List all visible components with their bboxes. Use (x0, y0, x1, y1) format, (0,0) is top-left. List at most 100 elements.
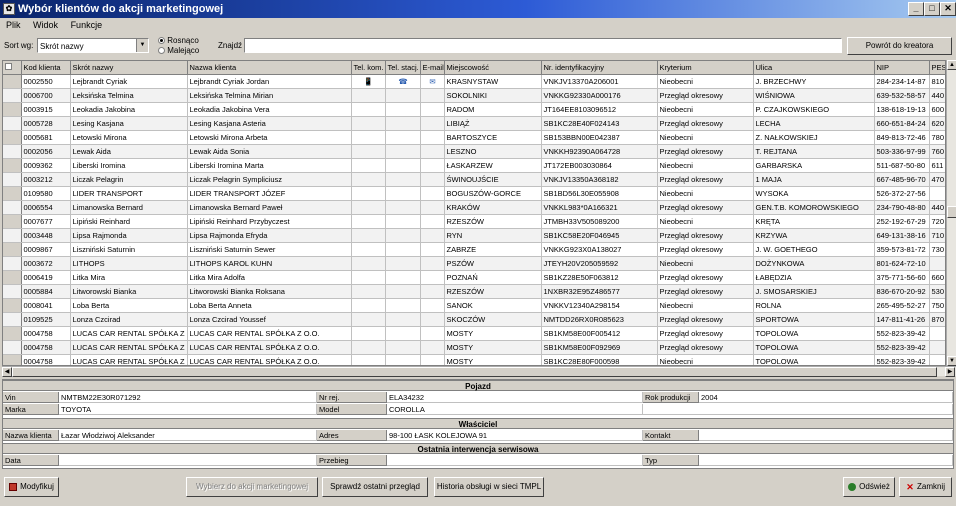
table-cell[interactable]: SB1KZ28E50F063812 (541, 270, 658, 285)
table-cell[interactable]: Liberski Iromina Marta (187, 158, 352, 173)
table-cell[interactable]: ŁABĘDZIA (753, 270, 875, 285)
table-cell[interactable]: Liberski Iromina (70, 158, 188, 173)
contact-cell[interactable] (351, 242, 386, 257)
table-cell[interactable]: 667-485-96-70 (874, 172, 930, 187)
table-cell[interactable]: SB1KM58E00F092969 (541, 340, 658, 355)
grid-hscroll[interactable]: ◀ ▶ (2, 366, 956, 377)
table-cell[interactable]: Lonza Czcirad (70, 312, 188, 327)
row-indicator[interactable] (3, 158, 22, 173)
table-cell[interactable]: KRĘTA (753, 214, 875, 229)
table-cell[interactable]: LECHA (753, 116, 875, 131)
table-cell[interactable]: 1 MAJA (753, 172, 875, 187)
table-cell[interactable]: RYN (444, 228, 542, 243)
table-cell[interactable]: Leksińska Telmina (70, 88, 188, 103)
scroll-left-icon[interactable]: ◀ (2, 367, 12, 377)
table-cell[interactable]: Przegląd okresowy (657, 242, 754, 257)
table-cell[interactable]: Liszniński Saturnin Sewer (187, 242, 352, 257)
table-cell[interactable]: GARBARSKA (753, 158, 875, 173)
table-cell[interactable]: 0008041 (21, 298, 71, 313)
contact-cell[interactable] (420, 102, 445, 117)
table-cell[interactable]: LUCAS CAR RENTAL SPÓŁKA Z O.O. (187, 340, 352, 355)
row-indicator[interactable] (3, 130, 22, 145)
contact-cell[interactable] (420, 130, 445, 145)
select-all-cell[interactable] (3, 61, 22, 75)
table-cell[interactable]: 750 (929, 298, 945, 313)
refresh-button[interactable]: Odśwież (843, 477, 895, 497)
table-cell[interactable]: 0002550 (21, 74, 71, 89)
table-cell[interactable]: Przegląd okresowy (657, 270, 754, 285)
table-cell[interactable]: Liczak Pelagrin (70, 172, 188, 187)
table-cell[interactable]: 138-618-19-13 (874, 102, 930, 117)
table-row[interactable]: 0004758 LUCAS CAR RENTAL SPÓŁKA Z LUCAS CA… (3, 354, 945, 365)
table-cell[interactable]: Przegląd okresowy (657, 312, 754, 327)
table-cell[interactable]: 0003915 (21, 102, 71, 117)
contact-cell[interactable] (420, 354, 445, 365)
contact-cell[interactable] (385, 270, 421, 285)
sort-select[interactable]: Skrót nazwy ▼ (37, 38, 149, 53)
table-cell[interactable] (929, 256, 945, 271)
service-history-button[interactable]: Historia obsługi w sieci TMPL (434, 477, 544, 497)
menu-plik[interactable]: Plik (6, 20, 21, 30)
table-cell[interactable]: J. BRZECHWY (753, 74, 875, 89)
find-input[interactable] (244, 38, 842, 53)
table-cell[interactable]: 470 (929, 172, 945, 187)
table-cell[interactable]: BARTOSZYCE (444, 130, 542, 145)
row-indicator[interactable] (3, 102, 22, 117)
col-header[interactable]: Kod klienta (21, 61, 71, 75)
table-cell[interactable]: MOSTY (444, 340, 542, 355)
table-cell[interactable]: ŁASKARZEW (444, 158, 542, 173)
contact-cell[interactable] (385, 228, 421, 243)
table-row[interactable]: 0003672 LITHOPS LITHOPS KAROL KUHN PSZÓW JTE… (3, 256, 945, 271)
table-cell[interactable]: Litworowski Bianka (70, 284, 188, 299)
table-cell[interactable]: Nieobecni (657, 298, 754, 313)
table-cell[interactable]: TOPOLOWA (753, 326, 875, 341)
table-cell[interactable]: DOŻYNKOWA (753, 256, 875, 271)
table-row[interactable]: 0009867 Liszniński Saturnin Liszniński Sat… (3, 242, 945, 257)
table-cell[interactable]: Lesing Kasjana Asteria (187, 116, 352, 131)
table-cell[interactable]: VNKKH92390A064728 (541, 144, 658, 159)
table-row[interactable]: 0008041 Loba Berta Loba Berta Anneta SANOK V… (3, 298, 945, 313)
contact-cell[interactable] (351, 116, 386, 131)
contact-cell[interactable] (385, 88, 421, 103)
table-cell[interactable]: Nieobecni (657, 256, 754, 271)
table-cell[interactable]: 552-823-39-42 (874, 340, 930, 355)
contact-cell[interactable] (420, 116, 445, 131)
table-cell[interactable]: VNKKG923X0A138027 (541, 242, 658, 257)
minimize-button[interactable]: _ (908, 2, 924, 16)
table-cell[interactable]: 252-192-67-29 (874, 214, 930, 229)
row-indicator[interactable] (3, 74, 22, 89)
table-cell[interactable]: Przegląd okresowy (657, 340, 754, 355)
table-cell[interactable]: 0005728 (21, 116, 71, 131)
row-indicator[interactable] (3, 88, 22, 103)
table-cell[interactable]: 0007677 (21, 214, 71, 229)
table-row[interactable]: 0004758 LUCAS CAR RENTAL SPÓŁKA Z LUCAS CA… (3, 340, 945, 355)
table-cell[interactable]: JT172EB003030864 (541, 158, 658, 173)
table-cell[interactable]: Nieobecni (657, 214, 754, 229)
close-window-button[interactable]: ✕ (940, 2, 956, 16)
table-cell[interactable]: SB153BBN00E042387 (541, 130, 658, 145)
table-cell[interactable]: Letowski Mirona Arbeta (187, 130, 352, 145)
contact-cell[interactable] (420, 340, 445, 355)
contact-cell[interactable] (385, 354, 421, 365)
contact-cell[interactable] (420, 200, 445, 215)
col-header[interactable]: Tel. stacj. (385, 61, 421, 75)
table-cell[interactable]: 0009867 (21, 242, 71, 257)
contact-cell[interactable] (385, 130, 421, 145)
table-cell[interactable]: Lipsa Rajmonda Efryda (187, 228, 352, 243)
table-cell[interactable]: VNKKV12340A298154 (541, 298, 658, 313)
table-cell[interactable]: LUCAS CAR RENTAL SPÓŁKA Z O.O. (187, 354, 352, 365)
contact-cell[interactable] (420, 172, 445, 187)
table-cell[interactable]: Loba Berta (70, 298, 188, 313)
table-cell[interactable]: LUCAS CAR RENTAL SPÓŁKA Z (70, 354, 188, 365)
table-cell[interactable]: POZNAŃ (444, 270, 542, 285)
table-cell[interactable]: 870 (929, 312, 945, 327)
table-cell[interactable]: 284-234-14-87 (874, 74, 930, 89)
table-cell[interactable]: JT164EE8103096512 (541, 102, 658, 117)
table-cell[interactable] (929, 326, 945, 341)
table-cell[interactable]: RZESZÓW (444, 214, 542, 229)
table-cell[interactable]: 0109525 (21, 312, 71, 327)
table-cell[interactable]: KRASNYSTAW (444, 74, 542, 89)
table-cell[interactable]: SB1KC28E40F024143 (541, 116, 658, 131)
table-cell[interactable]: 600 (929, 102, 945, 117)
table-cell[interactable]: LIDER TRANSPORT (70, 186, 188, 201)
